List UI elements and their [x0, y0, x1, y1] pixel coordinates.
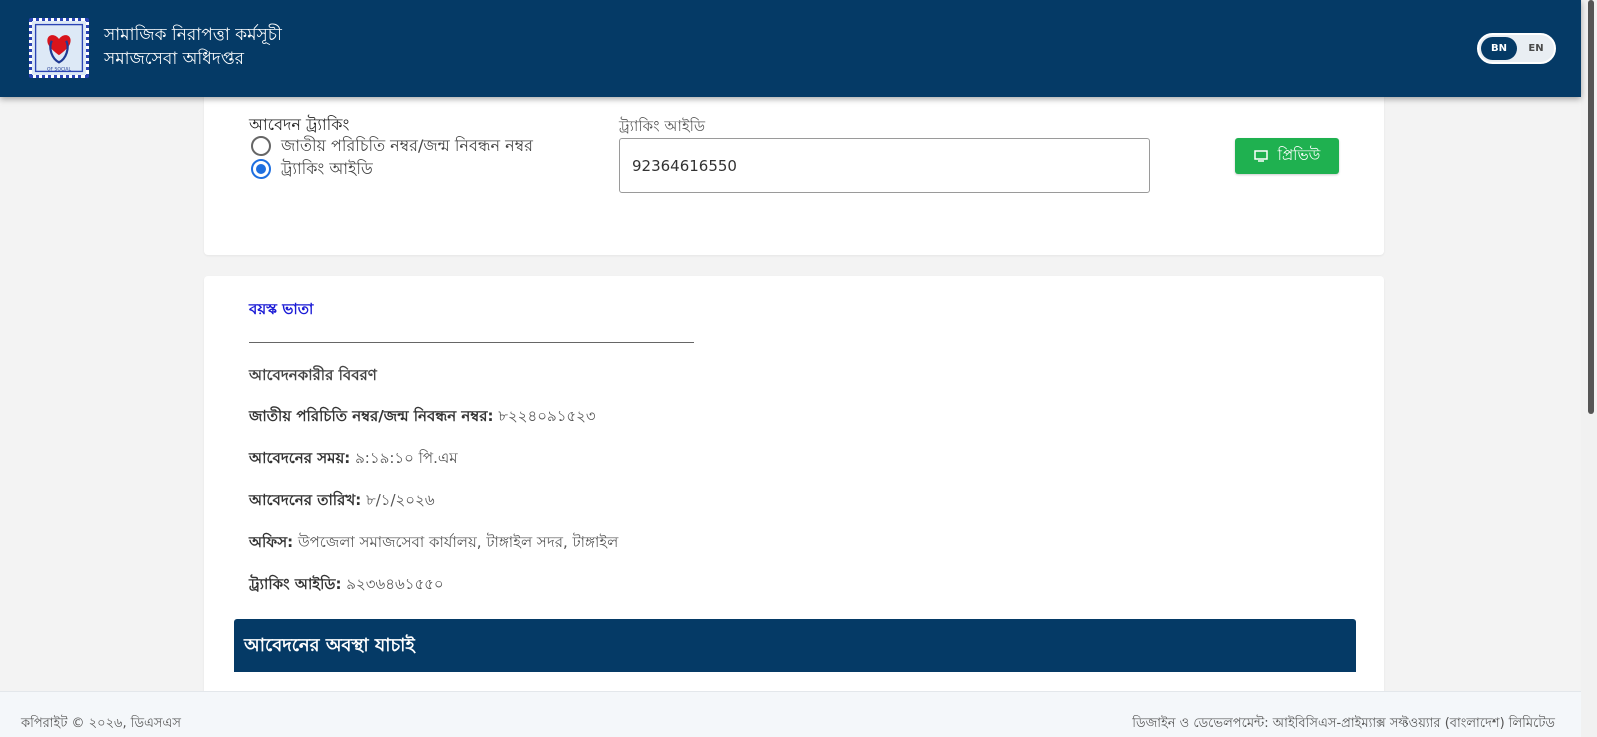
- svg-text:OF SOCIAL: OF SOCIAL: [47, 67, 72, 73]
- info-label: ট্র্যাকিং আইডি:: [249, 575, 342, 593]
- footer-credits: ডিজাইন ও ডেভেলপমেন্ট: আইবিসিএস-প্রাইম্যা…: [1132, 716, 1555, 731]
- application-result-card: বয়স্ক ভাতা আবেদনকারীর বিবরণ জাতীয় পরিচ…: [204, 276, 1384, 696]
- scrollbar-thumb[interactable]: [1588, 0, 1594, 414]
- dss-logo-icon: OF SOCIAL: [32, 21, 86, 75]
- info-row-tracking: ট্র্যাকিং আইডি: ৯২৩৬৪৬১৫৫০: [249, 573, 444, 598]
- radio-nid[interactable]: [251, 136, 271, 156]
- tracking-id-label: ট্র্যাকিং আইডি: [619, 117, 705, 135]
- language-toggle[interactable]: BN EN: [1477, 33, 1556, 64]
- info-label: আবেদনের সময়:: [249, 449, 351, 467]
- info-row-date: আবেদনের তারিখ: ৮/১/২০২৬: [249, 489, 435, 514]
- lang-bn-option[interactable]: BN: [1481, 37, 1517, 60]
- info-value: উপজেলা সমাজসেবা কার্যালয়, টাঙ্গাইল সদর,…: [297, 533, 619, 551]
- footer-copyright: কপিরাইট © ২০২৬, ডিএসএস: [21, 716, 181, 731]
- site-footer: কপিরাইট © ২০২৬, ডিএসএস ডিজাইন ও ডেভেলপমে…: [0, 691, 1581, 737]
- section-divider: [249, 342, 694, 343]
- info-value: ৯২৩৬৪৬১৫৫০: [346, 575, 444, 593]
- site-subtitle: সমাজসেবা অধিদপ্তর: [104, 49, 245, 69]
- radio-nid-option[interactable]: জাতীয় পরিচিতি নম্বর/জন্ম নিবন্ধন নম্বর: [251, 134, 533, 158]
- preview-button[interactable]: প্রিভিউ: [1235, 138, 1339, 174]
- info-row-time: আবেদনের সময়: ৯:১৯:১০ পি.এম: [249, 447, 458, 472]
- site-header: OF SOCIAL সামাজিক নিরাপত্তা কর্মসূচী সমা…: [0, 0, 1581, 97]
- status-check-banner: আবেদনের অবস্থা যাচাই: [234, 619, 1356, 672]
- monitor-icon: [1253, 150, 1268, 162]
- info-label: অফিস:: [249, 533, 294, 551]
- applicant-heading: আবেদনকারীর বিবরণ: [249, 366, 377, 384]
- site-title: সামাজিক নিরাপত্তা কর্মসূচী: [104, 25, 282, 45]
- program-name: বয়স্ক ভাতা: [249, 300, 314, 318]
- radio-tracking-label: ট্র্যাকিং আইডি: [281, 158, 373, 178]
- tracking-id-input[interactable]: [619, 138, 1150, 193]
- info-value: ৯:১৯:১০ পি.এম: [355, 449, 458, 467]
- info-value: ৮/১/২০২৬: [365, 491, 435, 509]
- tracking-search-card: আবেদন ট্র্যাকিং জাতীয় পরিচিতি নম্বর/জন্…: [204, 90, 1384, 255]
- info-row-office: অফিস: উপজেলা সমাজসেবা কার্যালয়, টাঙ্গাই…: [249, 531, 618, 556]
- radio-tracking-id[interactable]: [251, 159, 271, 179]
- preview-button-label: প্রিভিউ: [1277, 145, 1321, 164]
- radio-tracking-option[interactable]: ট্র্যাকিং আইডি: [251, 157, 373, 181]
- info-value: ৮২২৪০৯১৫২৩: [498, 407, 596, 425]
- info-label: জাতীয় পরিচিতি নম্বর/জন্ম নিবন্ধন নম্বর:: [249, 407, 494, 425]
- dss-logo[interactable]: OF SOCIAL: [29, 18, 89, 78]
- info-label: আবেদনের তারিখ:: [249, 491, 362, 509]
- info-row-nid: জাতীয় পরিচিতি নম্বর/জন্ম নিবন্ধন নম্বর:…: [249, 405, 596, 430]
- lang-en-option[interactable]: EN: [1519, 37, 1553, 60]
